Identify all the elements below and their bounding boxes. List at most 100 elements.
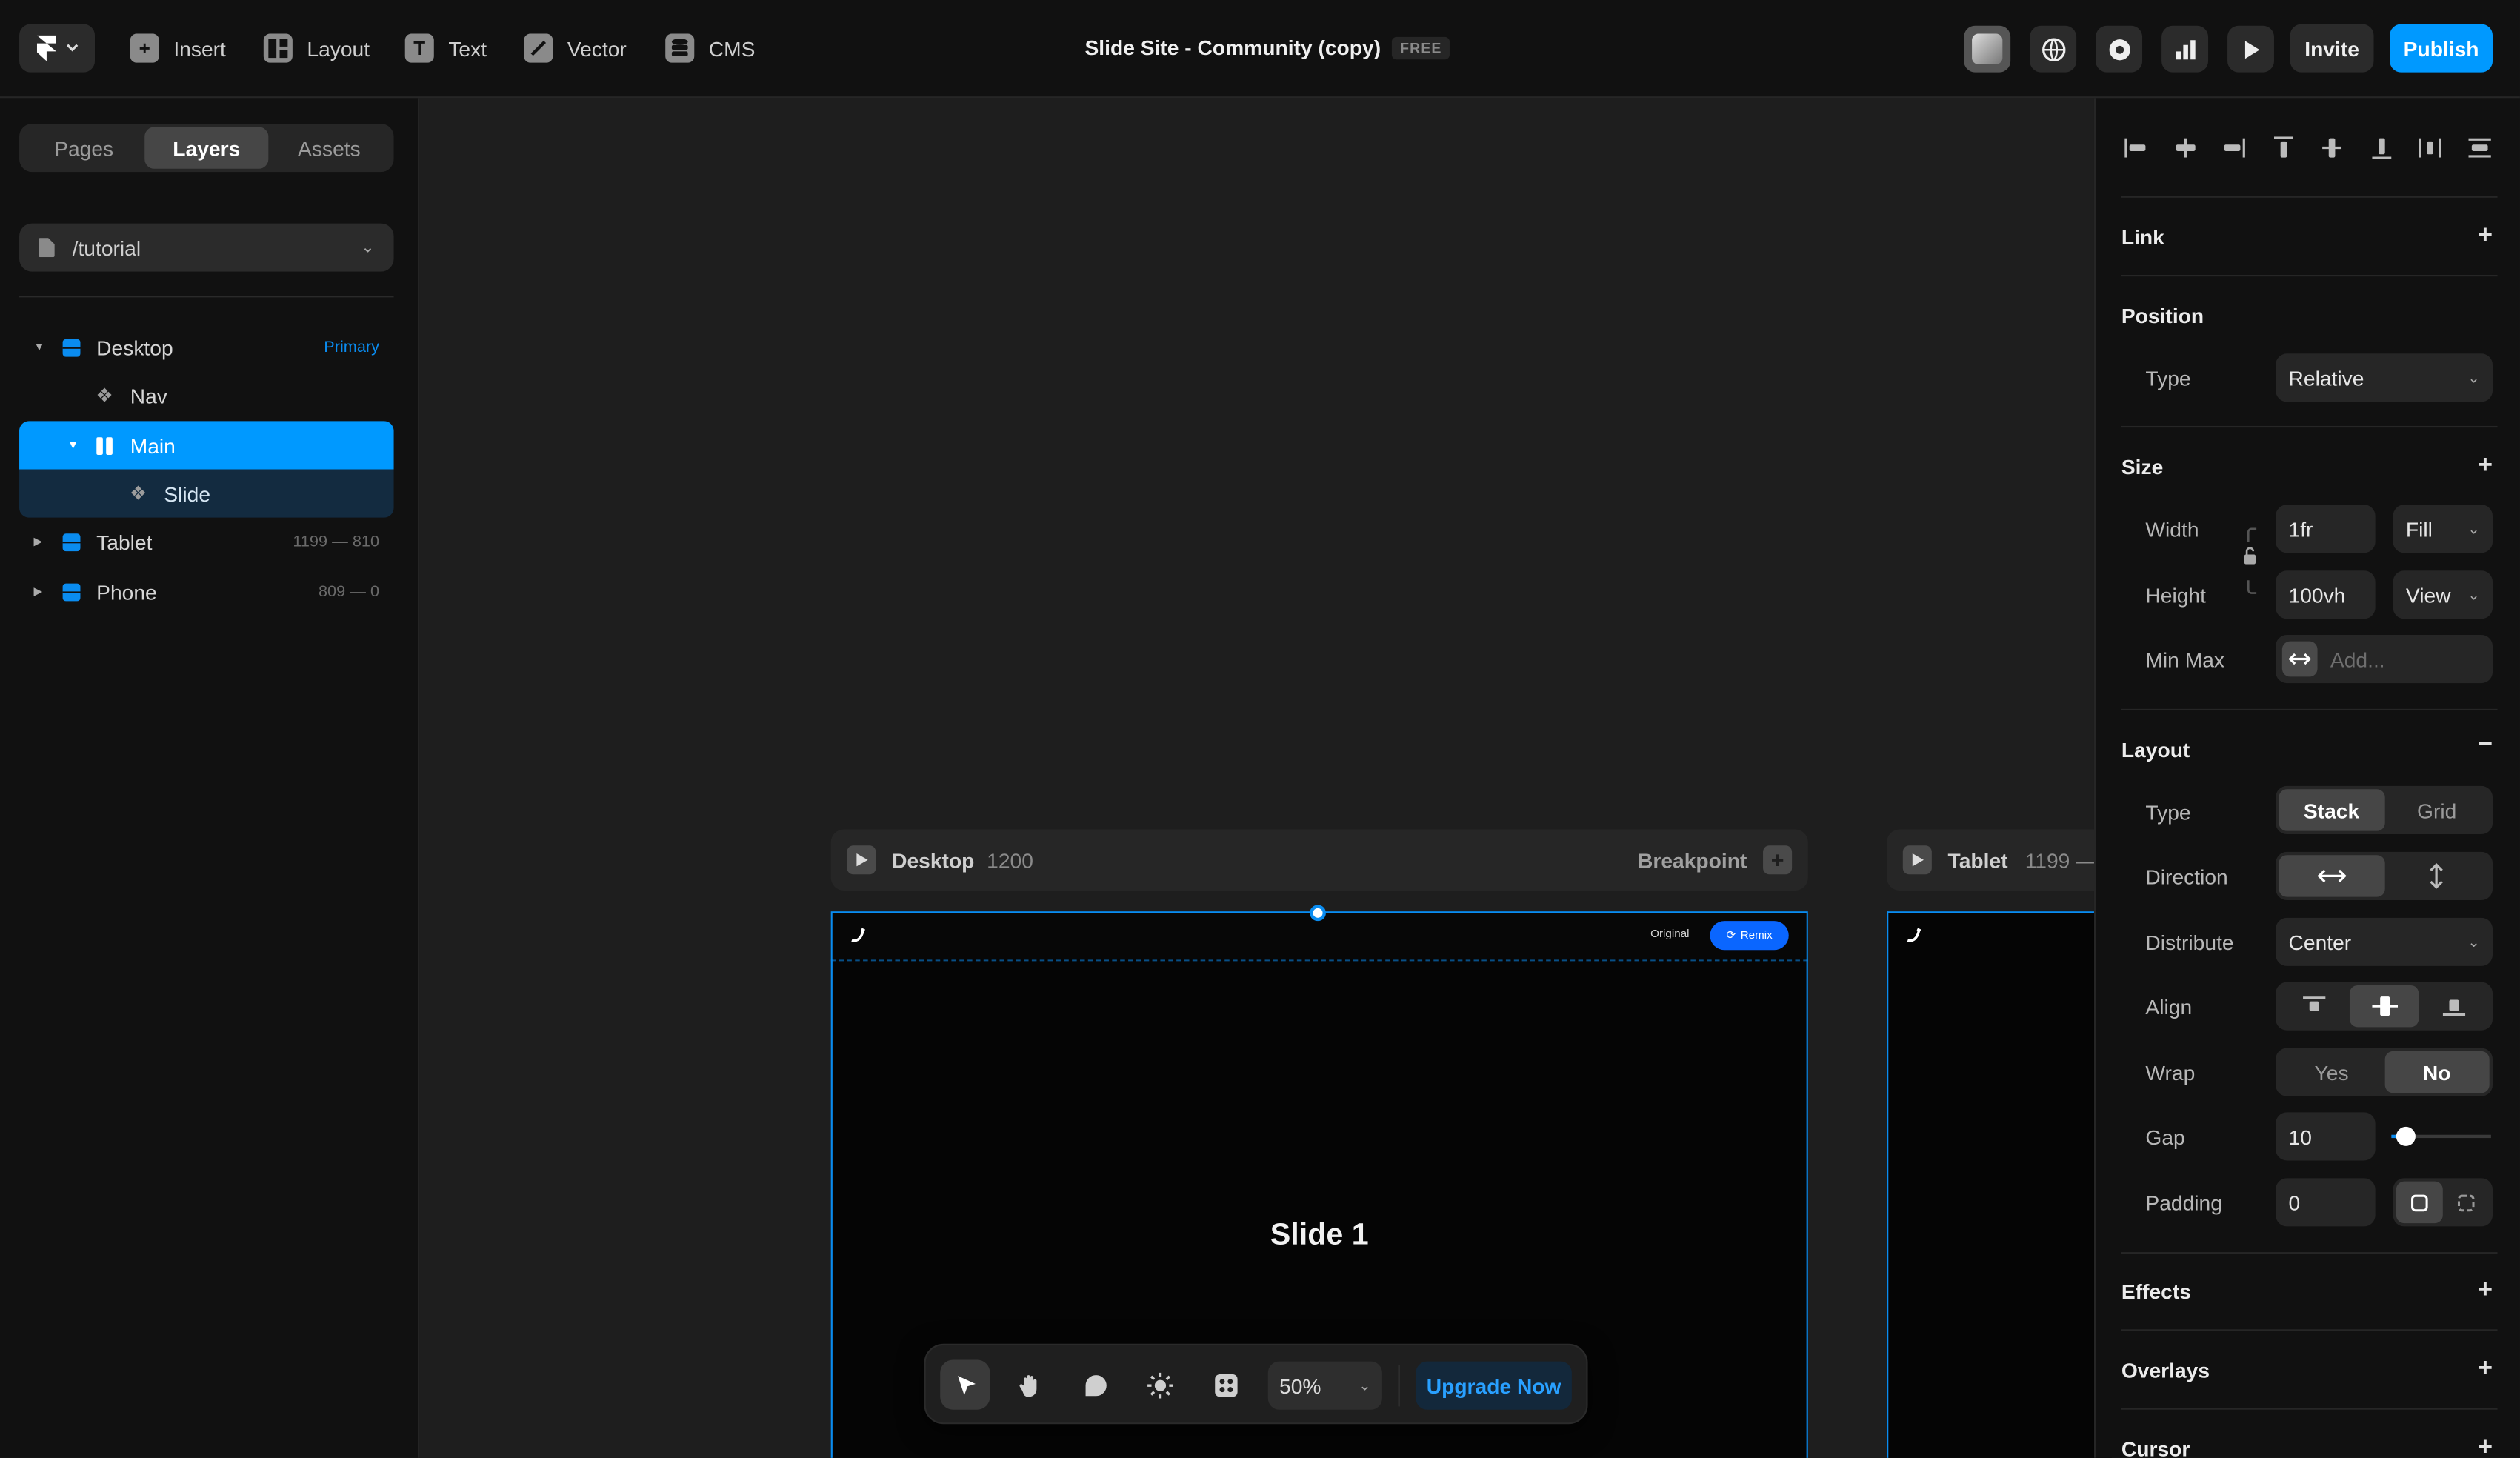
select-tool-button[interactable] — [940, 1359, 990, 1410]
expand-arrow-icon[interactable]: ▼ — [67, 439, 79, 450]
plugins-button[interactable] — [1201, 1359, 1250, 1409]
layer-desktop[interactable]: ▼ Desktop Primary — [19, 323, 394, 371]
layer-phone[interactable]: ▶ Phone 809 — 0 — [19, 567, 394, 616]
position-section-title: Position — [2121, 304, 2204, 328]
canvas[interactable]: Desktop 1200 Breakpoint + Original ⟳ Rem… — [419, 98, 2209, 1458]
primary-badge: Primary — [324, 338, 380, 356]
theme-toggle-button[interactable] — [1135, 1359, 1184, 1409]
position-type-select[interactable]: Relative ⌄ — [2276, 353, 2493, 402]
layer-name: Desktop — [96, 335, 173, 359]
page-selector[interactable]: /tutorial ⌄ — [19, 223, 394, 272]
properties-panel: Link + Position Type Relative ⌄ Size + W… — [2093, 98, 2520, 1458]
distribute-horizontal-icon[interactable] — [2413, 130, 2448, 166]
add-size-icon[interactable]: + — [2478, 452, 2493, 481]
upgrade-button[interactable]: Upgrade Now — [1416, 1361, 1572, 1410]
text-button[interactable]: T Text — [404, 30, 487, 66]
gap-slider[interactable] — [2391, 1126, 2491, 1146]
layer-nav[interactable]: ❖ Nav — [19, 371, 394, 419]
remix-button[interactable]: ⟳ Remix — [1710, 921, 1789, 951]
align-center-horizontal-icon[interactable] — [2167, 130, 2203, 166]
divider — [1398, 1364, 1400, 1407]
preview-breakpoint-button[interactable] — [1902, 845, 1932, 875]
tablet-frame[interactable] — [1887, 911, 2112, 1458]
remove-layout-icon[interactable]: − — [2478, 731, 2493, 760]
add-link-icon[interactable]: + — [2478, 222, 2493, 250]
gap-input[interactable]: 10 — [2276, 1112, 2376, 1161]
padding-uniform[interactable] — [2396, 1181, 2443, 1224]
width-input[interactable]: 1fr — [2276, 505, 2376, 553]
align-center[interactable] — [2349, 985, 2419, 1028]
align-top-icon[interactable] — [2265, 130, 2301, 166]
align-end[interactable] — [2419, 985, 2490, 1027]
desktop-breakpoint-bar[interactable]: Desktop 1200 Breakpoint + — [830, 829, 1808, 891]
preview-breakpoint-button[interactable] — [847, 845, 876, 875]
align-right-icon[interactable] — [2216, 130, 2252, 166]
zoom-select[interactable]: 50% ⌄ — [1267, 1361, 1382, 1410]
height-input[interactable]: 100vh — [2276, 570, 2376, 619]
align-center-vertical-icon[interactable] — [2315, 130, 2350, 166]
layout-type-grid[interactable]: Grid — [2384, 789, 2490, 830]
tab-assets[interactable]: Assets — [268, 127, 391, 168]
wrap-toggle: Yes No — [2276, 1048, 2493, 1096]
height-label: Height — [2145, 583, 2206, 608]
resize-handle[interactable] — [1310, 905, 1326, 922]
insert-button[interactable]: + Insert — [130, 30, 226, 66]
padding-input[interactable]: 0 — [2276, 1178, 2376, 1227]
globe-button[interactable] — [2030, 25, 2077, 73]
settings-button[interactable] — [2096, 25, 2143, 73]
padding-individual[interactable] — [2443, 1182, 2490, 1223]
document-title[interactable]: Slide Site - Community (copy) FREE — [1084, 36, 1450, 59]
add-effect-icon[interactable]: + — [2478, 1276, 2493, 1305]
height-value: 100vh — [2288, 582, 2346, 608]
gap-label: Gap — [2145, 1125, 2185, 1150]
preview-button[interactable] — [2227, 25, 2274, 73]
effects-section-title: Effects — [2121, 1279, 2191, 1304]
add-breakpoint-button[interactable]: + — [1763, 845, 1793, 875]
tab-pages[interactable]: Pages — [22, 127, 145, 168]
framer-menu-button[interactable] — [19, 24, 96, 73]
hand-tool-button[interactable] — [1004, 1359, 1054, 1409]
direction-horizontal[interactable] — [2279, 855, 2384, 897]
layout-button[interactable]: Layout — [263, 30, 370, 66]
height-mode-select[interactable]: View ⌄ — [2393, 570, 2493, 619]
expand-arrow-icon[interactable]: ▶ — [34, 535, 43, 548]
analytics-button[interactable] — [2161, 25, 2209, 73]
top-bar: + Insert Layout T Text Vector CMS Slide … — [0, 0, 2520, 99]
globe-icon — [2041, 37, 2065, 61]
min-max-input[interactable]: Add... — [2276, 634, 2493, 684]
expand-arrow-icon[interactable]: ▶ — [34, 585, 43, 598]
direction-vertical[interactable] — [2384, 855, 2490, 896]
comment-tool-button[interactable] — [1070, 1359, 1120, 1409]
avatar[interactable] — [1964, 25, 2011, 73]
publish-button[interactable]: Publish — [2390, 24, 2493, 73]
expand-arrow-icon[interactable]: ▼ — [34, 342, 45, 353]
wrap-yes[interactable]: Yes — [2279, 1051, 2384, 1093]
layer-main[interactable]: ▼ Main — [19, 421, 394, 470]
invite-button[interactable]: Invite — [2290, 24, 2374, 73]
distribute-vertical-icon[interactable] — [2462, 130, 2498, 166]
width-mode-select[interactable]: Fill ⌄ — [2393, 505, 2493, 553]
align-bottom-icon[interactable] — [2364, 130, 2399, 166]
slide-title[interactable]: Slide 1 — [833, 1219, 1807, 1254]
remix-icon: ⟳ — [1726, 931, 1736, 942]
page-path: /tutorial — [72, 235, 141, 260]
align-left-icon[interactable] — [2119, 130, 2154, 166]
layer-name: Phone — [96, 579, 157, 604]
height-mode-value: View — [2405, 582, 2451, 608]
distribute-select[interactable]: Center ⌄ — [2276, 917, 2493, 966]
cms-button[interactable]: CMS — [665, 30, 755, 66]
tab-layers[interactable]: Layers — [144, 127, 268, 169]
min-max-icon — [2281, 641, 2318, 677]
component-icon: ❖ — [129, 482, 147, 505]
cursor-section-title: Cursor — [2121, 1437, 2190, 1458]
nav-original-link[interactable]: Original — [1650, 929, 1689, 940]
layer-slide[interactable]: ❖ Slide — [19, 469, 394, 518]
add-overlay-icon[interactable]: + — [2478, 1355, 2493, 1384]
link-aspect-icon[interactable] — [2244, 525, 2260, 596]
wrap-no[interactable]: No — [2384, 1051, 2490, 1094]
add-cursor-icon[interactable]: + — [2478, 1434, 2493, 1458]
layer-tablet[interactable]: ▶ Tablet 1199 — 810 — [19, 518, 394, 566]
layout-type-stack[interactable]: Stack — [2279, 789, 2384, 831]
align-start[interactable] — [2279, 985, 2349, 1027]
vector-button[interactable]: Vector — [524, 30, 627, 66]
